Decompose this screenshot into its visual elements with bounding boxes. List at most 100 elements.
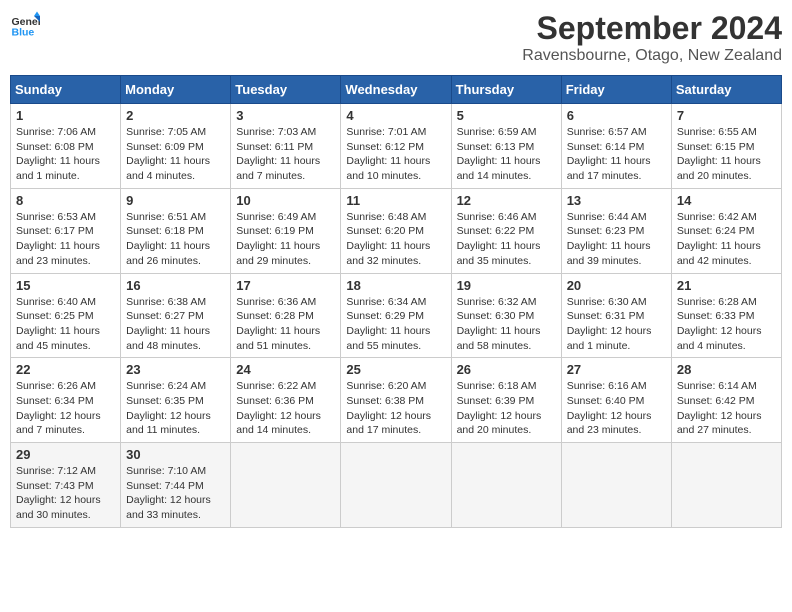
day-number: 17 [236,278,335,293]
day-info: Sunrise: 6:20 AM Sunset: 6:38 PM Dayligh… [346,379,445,438]
day-info: Sunrise: 6:46 AM Sunset: 6:22 PM Dayligh… [457,210,556,269]
day-number: 18 [346,278,445,293]
day-number: 11 [346,193,445,208]
day-number: 21 [677,278,776,293]
table-row [561,443,671,528]
day-info: Sunrise: 6:40 AM Sunset: 6:25 PM Dayligh… [16,295,115,354]
table-row: 16 Sunrise: 6:38 AM Sunset: 6:27 PM Dayl… [121,273,231,358]
day-number: 30 [126,447,225,462]
day-info: Sunrise: 6:42 AM Sunset: 6:24 PM Dayligh… [677,210,776,269]
day-info: Sunrise: 6:38 AM Sunset: 6:27 PM Dayligh… [126,295,225,354]
day-info: Sunrise: 6:34 AM Sunset: 6:29 PM Dayligh… [346,295,445,354]
day-number: 19 [457,278,556,293]
table-row [341,443,451,528]
day-info: Sunrise: 7:05 AM Sunset: 6:09 PM Dayligh… [126,125,225,184]
table-row: 26 Sunrise: 6:18 AM Sunset: 6:39 PM Dayl… [451,358,561,443]
table-row: 17 Sunrise: 6:36 AM Sunset: 6:28 PM Dayl… [231,273,341,358]
day-number: 9 [126,193,225,208]
table-row: 22 Sunrise: 6:26 AM Sunset: 6:34 PM Dayl… [11,358,121,443]
table-row: 10 Sunrise: 6:49 AM Sunset: 6:19 PM Dayl… [231,188,341,273]
day-info: Sunrise: 7:06 AM Sunset: 6:08 PM Dayligh… [16,125,115,184]
table-row: 4 Sunrise: 7:01 AM Sunset: 6:12 PM Dayli… [341,104,451,189]
day-info: Sunrise: 6:24 AM Sunset: 6:35 PM Dayligh… [126,379,225,438]
title-block: September 2024 Ravensbourne, Otago, New … [522,10,782,65]
day-info: Sunrise: 6:51 AM Sunset: 6:18 PM Dayligh… [126,210,225,269]
day-number: 23 [126,362,225,377]
table-row: 24 Sunrise: 6:22 AM Sunset: 6:36 PM Dayl… [231,358,341,443]
logo: General Blue [10,10,40,40]
table-row: 23 Sunrise: 6:24 AM Sunset: 6:35 PM Dayl… [121,358,231,443]
table-row: 8 Sunrise: 6:53 AM Sunset: 6:17 PM Dayli… [11,188,121,273]
day-info: Sunrise: 7:01 AM Sunset: 6:12 PM Dayligh… [346,125,445,184]
calendar-week-3: 15 Sunrise: 6:40 AM Sunset: 6:25 PM Dayl… [11,273,782,358]
day-info: Sunrise: 6:22 AM Sunset: 6:36 PM Dayligh… [236,379,335,438]
day-info: Sunrise: 6:26 AM Sunset: 6:34 PM Dayligh… [16,379,115,438]
day-number: 15 [16,278,115,293]
day-number: 6 [567,108,666,123]
day-number: 5 [457,108,556,123]
day-info: Sunrise: 6:30 AM Sunset: 6:31 PM Dayligh… [567,295,666,354]
day-number: 1 [16,108,115,123]
day-info: Sunrise: 6:59 AM Sunset: 6:13 PM Dayligh… [457,125,556,184]
page-subtitle: Ravensbourne, Otago, New Zealand [522,47,782,65]
col-monday: Monday [121,76,231,104]
day-number: 24 [236,362,335,377]
calendar-week-2: 8 Sunrise: 6:53 AM Sunset: 6:17 PM Dayli… [11,188,782,273]
day-number: 3 [236,108,335,123]
table-row: 9 Sunrise: 6:51 AM Sunset: 6:18 PM Dayli… [121,188,231,273]
table-row: 21 Sunrise: 6:28 AM Sunset: 6:33 PM Dayl… [671,273,781,358]
day-number: 7 [677,108,776,123]
col-wednesday: Wednesday [341,76,451,104]
day-info: Sunrise: 6:32 AM Sunset: 6:30 PM Dayligh… [457,295,556,354]
day-number: 10 [236,193,335,208]
day-info: Sunrise: 6:36 AM Sunset: 6:28 PM Dayligh… [236,295,335,354]
table-row: 18 Sunrise: 6:34 AM Sunset: 6:29 PM Dayl… [341,273,451,358]
day-number: 28 [677,362,776,377]
day-number: 27 [567,362,666,377]
day-info: Sunrise: 6:28 AM Sunset: 6:33 PM Dayligh… [677,295,776,354]
col-sunday: Sunday [11,76,121,104]
table-row: 11 Sunrise: 6:48 AM Sunset: 6:20 PM Dayl… [341,188,451,273]
day-number: 8 [16,193,115,208]
day-info: Sunrise: 6:49 AM Sunset: 6:19 PM Dayligh… [236,210,335,269]
svg-text:Blue: Blue [12,27,35,39]
day-info: Sunrise: 6:16 AM Sunset: 6:40 PM Dayligh… [567,379,666,438]
table-row: 12 Sunrise: 6:46 AM Sunset: 6:22 PM Dayl… [451,188,561,273]
day-number: 4 [346,108,445,123]
calendar-week-5: 29 Sunrise: 7:12 AM Sunset: 7:43 PM Dayl… [11,443,782,528]
col-saturday: Saturday [671,76,781,104]
day-info: Sunrise: 6:44 AM Sunset: 6:23 PM Dayligh… [567,210,666,269]
table-row: 28 Sunrise: 6:14 AM Sunset: 6:42 PM Dayl… [671,358,781,443]
table-row [671,443,781,528]
table-row: 14 Sunrise: 6:42 AM Sunset: 6:24 PM Dayl… [671,188,781,273]
table-row: 1 Sunrise: 7:06 AM Sunset: 6:08 PM Dayli… [11,104,121,189]
day-number: 25 [346,362,445,377]
day-number: 2 [126,108,225,123]
table-row: 13 Sunrise: 6:44 AM Sunset: 6:23 PM Dayl… [561,188,671,273]
table-row: 5 Sunrise: 6:59 AM Sunset: 6:13 PM Dayli… [451,104,561,189]
day-info: Sunrise: 6:48 AM Sunset: 6:20 PM Dayligh… [346,210,445,269]
day-info: Sunrise: 7:10 AM Sunset: 7:44 PM Dayligh… [126,464,225,523]
page-header: General Blue September 2024 Ravensbourne… [10,10,782,65]
table-row: 7 Sunrise: 6:55 AM Sunset: 6:15 PM Dayli… [671,104,781,189]
logo-icon: General Blue [10,10,40,40]
day-info: Sunrise: 7:12 AM Sunset: 7:43 PM Dayligh… [16,464,115,523]
day-number: 14 [677,193,776,208]
day-info: Sunrise: 6:18 AM Sunset: 6:39 PM Dayligh… [457,379,556,438]
day-info: Sunrise: 6:53 AM Sunset: 6:17 PM Dayligh… [16,210,115,269]
day-number: 13 [567,193,666,208]
day-info: Sunrise: 7:03 AM Sunset: 6:11 PM Dayligh… [236,125,335,184]
calendar-table: Sunday Monday Tuesday Wednesday Thursday… [10,75,782,528]
day-info: Sunrise: 6:14 AM Sunset: 6:42 PM Dayligh… [677,379,776,438]
table-row: 30 Sunrise: 7:10 AM Sunset: 7:44 PM Dayl… [121,443,231,528]
col-tuesday: Tuesday [231,76,341,104]
calendar-header-row: Sunday Monday Tuesday Wednesday Thursday… [11,76,782,104]
table-row: 27 Sunrise: 6:16 AM Sunset: 6:40 PM Dayl… [561,358,671,443]
day-number: 22 [16,362,115,377]
calendar-week-1: 1 Sunrise: 7:06 AM Sunset: 6:08 PM Dayli… [11,104,782,189]
table-row: 3 Sunrise: 7:03 AM Sunset: 6:11 PM Dayli… [231,104,341,189]
day-number: 29 [16,447,115,462]
col-friday: Friday [561,76,671,104]
table-row: 20 Sunrise: 6:30 AM Sunset: 6:31 PM Dayl… [561,273,671,358]
page-title: September 2024 [522,10,782,47]
